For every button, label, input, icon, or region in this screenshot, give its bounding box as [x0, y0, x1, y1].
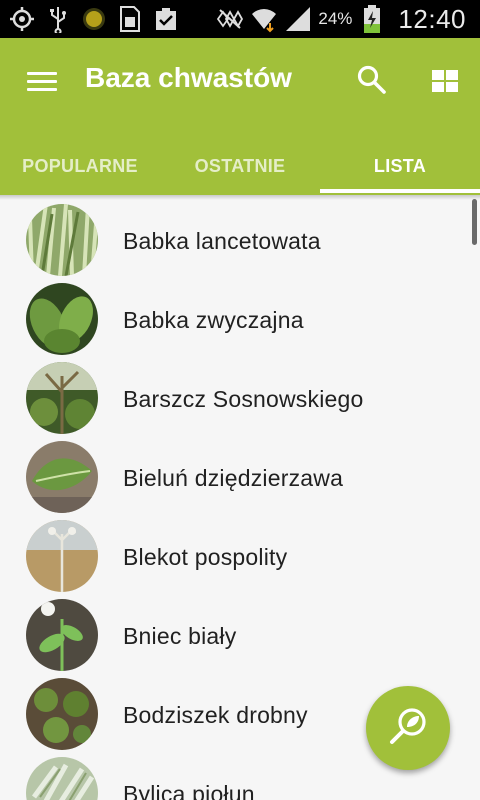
list-item[interactable]: Babka zwyczajna [0, 277, 480, 356]
weed-thumbnail [26, 757, 98, 800]
weed-name: Babka lancetowata [123, 228, 321, 254]
weed-thumbnail [26, 599, 98, 671]
weed-name: Babka zwyczajna [123, 307, 304, 333]
weed-thumbnail [26, 678, 98, 750]
clock: 12:40 [398, 3, 466, 34]
tab-popularne[interactable]: POPULARNE [0, 138, 160, 195]
tab-bar: POPULARNE OSTATNIE LISTA [0, 138, 480, 195]
app-title: Baza chwastów [85, 62, 292, 93]
notification-icon [80, 5, 108, 33]
battery-percent: 24% [318, 9, 353, 28]
list-item[interactable]: Bniec biały [0, 593, 480, 672]
list-item[interactable]: Blekot pospolity [0, 514, 480, 593]
menu-icon[interactable] [24, 68, 60, 96]
tab-indicator [320, 189, 480, 193]
usb-icon [44, 5, 72, 33]
weed-name: Barszcz Sosnowskiego [123, 386, 364, 412]
identify-weed-button[interactable] [366, 686, 450, 770]
search-icon[interactable] [356, 64, 388, 96]
status-bar-left [8, 4, 180, 34]
tab-ostatnie[interactable]: OSTATNIE [160, 138, 320, 195]
status-bar: 24% 12:40 [0, 0, 480, 38]
weed-name: Bieluń dziędzierzawa [123, 465, 344, 491]
list-item[interactable]: Babka lancetowata [0, 198, 480, 277]
battery-charging-icon [358, 5, 386, 33]
weed-thumbnail [26, 283, 98, 355]
grid-view-icon[interactable] [430, 68, 460, 94]
weed-thumbnail [26, 204, 98, 276]
app-bar: Baza chwastów POPULARNE OSTATNIE LISTA [0, 38, 480, 195]
weed-thumbnail [26, 362, 98, 434]
gps-icon [8, 5, 36, 33]
weed-thumbnail [26, 520, 98, 592]
signal-icon [284, 5, 312, 33]
status-bar-right: 24% 12:40 [216, 0, 466, 38]
list-top-shadow [0, 195, 480, 200]
scrollbar[interactable] [472, 199, 477, 245]
wifi-icon [250, 5, 278, 33]
leaf-search-icon [388, 706, 428, 751]
weed-name: Bodziszek drobny [123, 702, 308, 728]
sim-icon [116, 5, 144, 33]
weed-name: Bniec biały [123, 623, 237, 649]
list-item[interactable]: Barszcz Sosnowskiego [0, 356, 480, 435]
clipboard-icon [152, 5, 180, 33]
mute-icon [216, 5, 244, 33]
tab-lista[interactable]: LISTA [320, 138, 480, 195]
weed-thumbnail [26, 441, 98, 513]
list-item[interactable]: Bieluń dziędzierzawa [0, 435, 480, 514]
weed-name: Bylica piołun [123, 781, 255, 800]
weed-name: Blekot pospolity [123, 544, 288, 570]
